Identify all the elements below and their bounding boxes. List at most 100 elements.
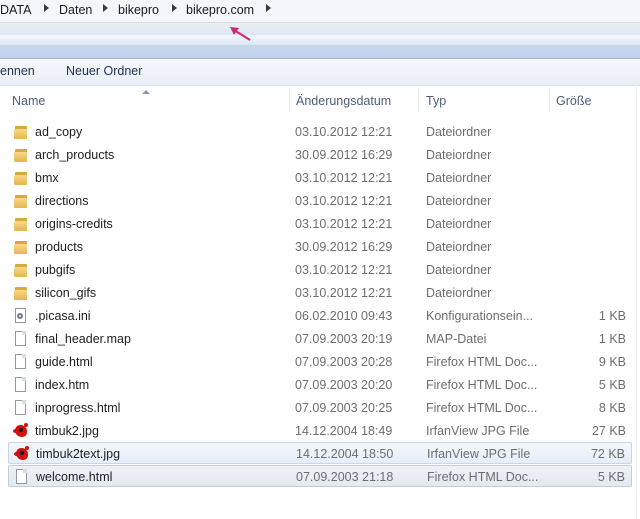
- folder-icon: [14, 170, 28, 186]
- pointer-arrow-icon: [230, 27, 251, 41]
- list-item-selected[interactable]: timbuk2text.jpg 14.12.2004 18:50 IrfanVi…: [8, 442, 632, 464]
- file-icon: [14, 377, 28, 393]
- address-bar[interactable]: DATA Daten bikepro bikepro.com: [0, 0, 640, 23]
- file-size: 27 KB: [591, 424, 626, 438]
- irfanview-jpg-icon: [14, 446, 29, 462]
- list-item[interactable]: pubgifs 03.10.2012 12:21 Dateiordner: [8, 259, 632, 281]
- column-divider[interactable]: [289, 88, 290, 112]
- file-name: pubgifs: [35, 263, 76, 277]
- file-date: 03.10.2012 12:21: [295, 286, 393, 300]
- file-name: inprogress.html: [35, 401, 121, 415]
- file-type: Firefox HTML Doc...: [427, 470, 539, 484]
- file-date: 07.09.2003 20:20: [295, 378, 393, 392]
- column-header-name[interactable]: Name: [12, 94, 45, 108]
- file-name: bmx: [35, 171, 59, 185]
- file-name: directions: [35, 194, 89, 208]
- file-date: 14.12.2004 18:50: [296, 447, 394, 461]
- folder-icon: [14, 262, 28, 278]
- breadcrumb-separator-icon[interactable]: [266, 4, 271, 12]
- file-type: MAP-Datei: [426, 332, 487, 346]
- list-item[interactable]: silicon_gifs 03.10.2012 12:21 Dateiordne…: [8, 282, 632, 304]
- rename-button[interactable]: ennen: [0, 64, 35, 78]
- list-item[interactable]: inprogress.html 07.09.2003 20:25 Firefox…: [8, 397, 632, 419]
- file-type: Firefox HTML Doc...: [426, 378, 538, 392]
- file-date: 07.09.2003 20:25: [295, 401, 393, 415]
- list-item[interactable]: origins-credits 03.10.2012 12:21 Dateior…: [8, 213, 632, 235]
- file-name: final_header.map: [35, 332, 131, 346]
- file-date: 07.09.2003 20:19: [295, 332, 393, 346]
- column-header-type[interactable]: Typ: [426, 94, 446, 108]
- file-type: Dateiordner: [426, 148, 492, 162]
- breadcrumb-bikepro-com[interactable]: bikepro.com: [186, 3, 254, 17]
- file-size: 1 KB: [598, 309, 626, 323]
- file-icon: [15, 469, 29, 485]
- list-item[interactable]: timbuk2.jpg 14.12.2004 18:49 IrfanView J…: [8, 420, 632, 442]
- breadcrumb-data[interactable]: DATA: [0, 3, 31, 17]
- file-date: 30.09.2012 16:29: [295, 148, 393, 162]
- breadcrumb-separator-icon[interactable]: [103, 4, 108, 12]
- file-type: IrfanView JPG File: [427, 447, 531, 461]
- list-item[interactable]: products 30.09.2012 16:29 Dateiordner: [8, 236, 632, 258]
- command-toolbar: ennen Neuer Ordner: [0, 59, 640, 86]
- file-name: index.htm: [35, 378, 90, 392]
- breadcrumb-separator-icon[interactable]: [44, 4, 49, 12]
- file-date: 30.09.2012 16:29: [295, 240, 393, 254]
- file-size: 72 KB: [590, 447, 625, 461]
- file-name: ad_copy: [35, 125, 83, 139]
- irfanview-jpg-icon: [13, 423, 28, 439]
- list-item[interactable]: bmx 03.10.2012 12:21 Dateiordner: [8, 167, 632, 189]
- file-size: 5 KB: [597, 470, 625, 484]
- file-name: welcome.html: [36, 470, 113, 484]
- file-date: 03.10.2012 12:21: [295, 217, 393, 231]
- file-icon: [14, 354, 28, 370]
- file-name: silicon_gifs: [35, 286, 97, 300]
- file-type: Dateiordner: [426, 194, 492, 208]
- column-divider[interactable]: [418, 88, 419, 112]
- column-divider[interactable]: [549, 88, 550, 112]
- file-name: timbuk2.jpg: [35, 424, 99, 438]
- file-date: 03.10.2012 12:21: [295, 194, 393, 208]
- file-date: 07.09.2003 20:28: [295, 355, 393, 369]
- sort-ascending-icon: [142, 90, 150, 94]
- list-item[interactable]: arch_products 30.09.2012 16:29 Dateiordn…: [8, 144, 632, 166]
- file-name: guide.html: [35, 355, 93, 369]
- new-folder-button[interactable]: Neuer Ordner: [66, 64, 142, 78]
- column-headers: Name Änderungsdatum Typ Größe: [0, 88, 640, 114]
- file-type: IrfanView JPG File: [426, 424, 530, 438]
- file-type: Dateiordner: [426, 263, 492, 277]
- file-type: Dateiordner: [426, 286, 492, 300]
- file-type: Dateiordner: [426, 217, 492, 231]
- breadcrumb-separator-icon[interactable]: [172, 4, 177, 12]
- column-header-date[interactable]: Änderungsdatum: [296, 94, 391, 108]
- list-item-hover[interactable]: welcome.html 07.09.2003 21:18 Firefox HT…: [8, 465, 632, 487]
- file-type: Dateiordner: [426, 240, 492, 254]
- folder-icon: [14, 193, 28, 209]
- config-file-icon: [14, 308, 28, 324]
- file-size: 8 KB: [598, 401, 626, 415]
- folder-icon: [14, 216, 28, 232]
- list-item[interactable]: ad_copy 03.10.2012 12:21 Dateiordner: [8, 121, 632, 143]
- file-size: 1 KB: [598, 332, 626, 346]
- file-type: Firefox HTML Doc...: [426, 355, 538, 369]
- scroll-area-edge: [636, 85, 637, 519]
- window-glass-band: [0, 23, 640, 59]
- file-name: products: [35, 240, 83, 254]
- list-item[interactable]: final_header.map 07.09.2003 20:19 MAP-Da…: [8, 328, 632, 350]
- breadcrumb-daten[interactable]: Daten: [59, 3, 92, 17]
- file-name: origins-credits: [35, 217, 113, 231]
- breadcrumb-bikepro[interactable]: bikepro: [118, 3, 159, 17]
- file-date: 14.12.2004 18:49: [295, 424, 393, 438]
- file-icon: [14, 331, 28, 347]
- column-header-size[interactable]: Größe: [556, 94, 591, 108]
- file-date: 07.09.2003 21:18: [296, 470, 394, 484]
- folder-icon: [14, 285, 28, 301]
- file-name: .picasa.ini: [35, 309, 91, 323]
- file-type: Konfigurationsein...: [426, 309, 534, 323]
- list-item[interactable]: index.htm 07.09.2003 20:20 Firefox HTML …: [8, 374, 632, 396]
- folder-icon: [14, 239, 28, 255]
- file-type: Dateiordner: [426, 125, 492, 139]
- list-item[interactable]: guide.html 07.09.2003 20:28 Firefox HTML…: [8, 351, 632, 373]
- folder-icon: [14, 124, 28, 140]
- list-item[interactable]: .picasa.ini 06.02.2010 09:43 Konfigurati…: [8, 305, 632, 327]
- list-item[interactable]: directions 03.10.2012 12:21 Dateiordner: [8, 190, 632, 212]
